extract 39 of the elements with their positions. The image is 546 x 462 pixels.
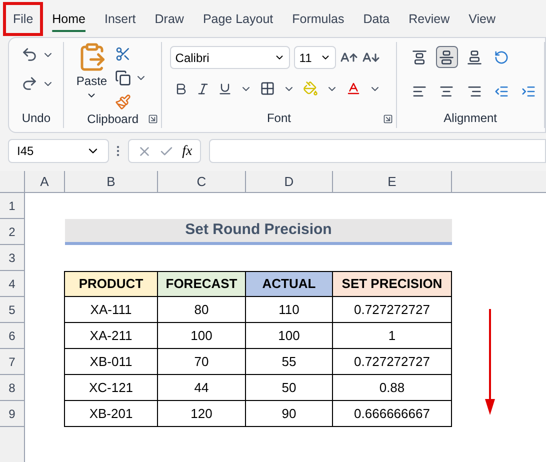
group-label: Clipboard: [87, 111, 139, 128]
group-label: Undo: [22, 110, 51, 127]
menu-tab[interactable]: Insert: [98, 5, 143, 33]
column-header[interactable]: B: [65, 171, 158, 193]
name-box[interactable]: I45: [8, 139, 109, 163]
row-header[interactable]: 7: [0, 349, 25, 375]
row-header[interactable]: 3: [0, 245, 25, 271]
paste-button[interactable]: Paste: [76, 42, 108, 110]
menu-tab[interactable]: Page Layout: [196, 5, 280, 33]
insert-function-button[interactable]: fx: [182, 140, 192, 162]
menu-tab[interactable]: Draw: [148, 5, 191, 33]
row-header[interactable]: 9: [0, 401, 25, 427]
row-header[interactable]: 8: [0, 375, 25, 401]
menu-tab[interactable]: Formulas: [285, 5, 352, 33]
column-header[interactable]: E: [333, 171, 452, 193]
sheet-title: Set Round Precision: [65, 219, 452, 245]
table-header: PRODUCT: [64, 271, 158, 297]
column-header[interactable]: A: [25, 171, 65, 193]
table-cell: XB-201: [64, 400, 158, 427]
group-label: Font: [266, 110, 291, 127]
table-header: ACTUAL: [245, 271, 333, 297]
row-header[interactable]: 2: [0, 219, 25, 245]
row-header[interactable]: 6: [0, 323, 25, 349]
menu-tab[interactable]: Data: [356, 5, 397, 33]
table-cell: 0.666666667: [332, 400, 452, 427]
menu-tab[interactable]: File: [6, 5, 40, 33]
table-header: SET PRECISION: [332, 271, 452, 297]
font-size-field[interactable]: 11: [294, 46, 336, 69]
column-header[interactable]: C: [158, 171, 246, 193]
menu-tab[interactable]: Home: [45, 5, 92, 33]
row-header[interactable]: 1: [0, 193, 25, 219]
row-header[interactable]: 5: [0, 297, 25, 323]
table-header: FORECAST: [157, 271, 246, 297]
row-header[interactable]: 4: [0, 271, 25, 297]
menu-tab[interactable]: Review: [402, 5, 457, 33]
group-label: Alignment: [444, 110, 498, 127]
column-header[interactable]: D: [246, 171, 333, 193]
menu-tab[interactable]: View: [462, 5, 503, 33]
font-name-field[interactable]: Calibri: [170, 46, 290, 69]
